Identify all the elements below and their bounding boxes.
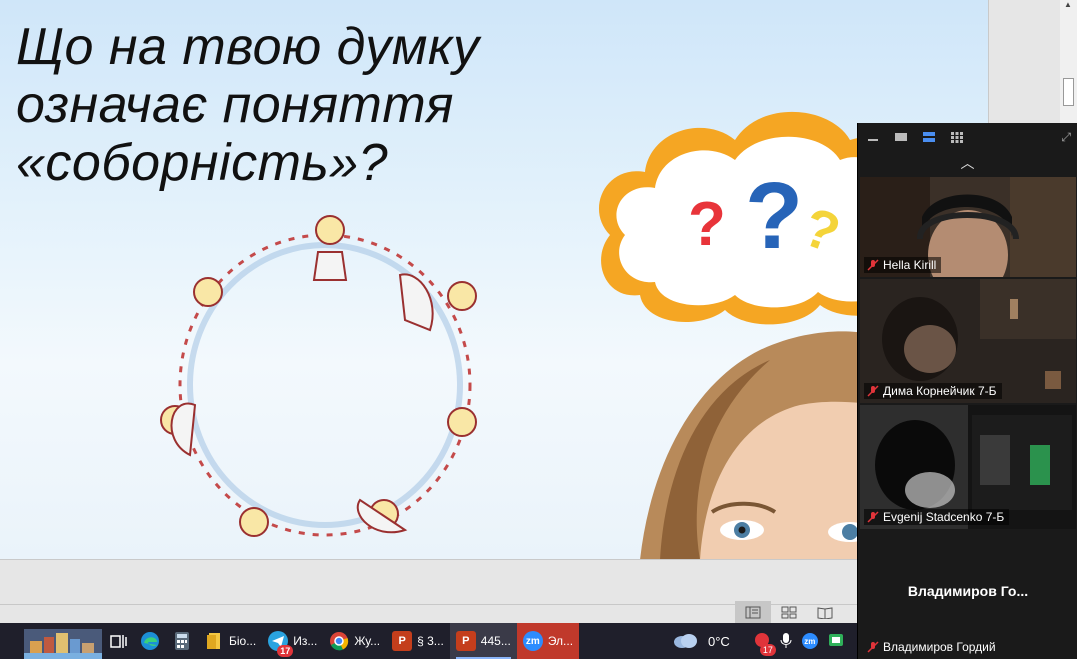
screen: ? ? ? Що на твою думку означає поняття «… [0,0,1077,659]
taskbar-app-telegram[interactable]: 17 Из... [262,623,323,659]
screen-share-icon[interactable] [828,632,844,651]
participant-tile[interactable]: Владимиров Го... Владимиров Гордий [860,531,1076,659]
zoom-toolbar: ⤢ [858,123,1077,151]
vertical-scrollbar[interactable]: ▲ [1060,0,1077,125]
taskbar-app-powerpoint-2[interactable]: P 445... [449,623,517,659]
minimize-icon[interactable] [866,131,880,143]
task-view-button[interactable] [102,623,134,659]
system-tray: 0°C 17 zm [672,623,844,659]
grid-view-icon [781,606,797,618]
taskbar-app-label: § 3... [417,634,444,648]
edge-icon [141,632,159,650]
zoom-icon: zm [522,631,543,651]
tray-app-icon[interactable]: 17 [754,632,776,656]
taskbar-app-zoom[interactable]: zm Эл... [516,623,580,659]
participant-name: Дима Корнейчик 7-Б [883,384,997,398]
weather-cloud-icon[interactable] [672,631,698,652]
participant-tile[interactable]: Дима Корнейчик 7-Б [860,279,1076,403]
muted-mic-icon [867,511,879,523]
folder-icon [204,631,224,651]
taskbar-edge[interactable] [134,623,166,659]
participant-label: Дима Корнейчик 7-Б [864,383,1002,399]
normal-view-button[interactable] [735,601,771,623]
participant-label: Владимиров Гордий [864,639,1001,655]
muted-mic-icon [867,641,879,653]
widget-thumbnail-icon [24,629,102,659]
svg-text:?: ? [745,163,803,269]
taskbar-app-label: Из... [293,634,318,648]
calculator-icon [175,632,189,650]
participant-label: Evgenij Stadcenko 7-Б [864,509,1010,525]
gallery-view-icon[interactable] [950,131,964,143]
chrome-icon [329,631,349,651]
slide-sorter-button[interactable] [771,601,807,623]
participant-name: Evgenij Stadcenko 7-Б [883,510,1005,524]
weather-temperature[interactable]: 0°C [708,634,730,649]
zoom-tray-icon[interactable]: zm [801,633,818,649]
taskbar-app-label: Біо... [229,634,257,648]
taskbar-app-label: Эл... [547,634,574,648]
slide-canvas[interactable]: ? ? ? Що на твою думку означає поняття «… [0,0,989,560]
taskbar-app-label: 445... [480,634,511,648]
notes-area [0,561,858,623]
taskbar-app-powerpoint-1[interactable]: P § 3... [386,623,450,659]
microphone-icon[interactable] [780,632,792,651]
expand-icon[interactable]: ⤢ [1061,130,1071,145]
taskbar-calculator[interactable] [166,623,198,659]
participant-label: Hella Kirill [864,257,942,273]
svg-text:?: ? [688,190,726,259]
zoom-gallery-panel: ⤢ ︿ Hella Kirill Дима Корнейчик 7-Б Evge… [857,123,1077,659]
divider [0,604,858,605]
normal-view-icon [745,606,761,618]
slide-title-line: «соборність»? [16,134,389,192]
tray-badge: 17 [759,643,776,656]
slide-title: Що на твою думку означає поняття «соборн… [16,18,576,192]
taskbar-app-chrome[interactable]: Жу... [323,623,386,659]
participant-display-name: Владимиров Го... [907,583,1029,599]
muted-mic-icon [867,385,879,397]
speaker-view-icon[interactable] [922,131,936,143]
participant-tile[interactable]: Hella Kirill [860,177,1076,277]
scrollbar-thumb[interactable] [1063,78,1074,106]
participant-name: Владимиров Гордий [883,640,996,654]
powerpoint-icon: P [392,631,413,651]
muted-mic-icon [867,259,879,271]
book-icon [817,606,833,619]
notification-badge: 17 [277,645,294,657]
slide-title-line: Що на твою думку [16,18,480,76]
task-view-icon [110,635,127,648]
hide-video-icon[interactable] [894,131,908,143]
taskbar-app-label: Жу... [354,634,381,648]
taskbar-widget[interactable] [0,623,102,659]
telegram-icon: 17 [268,631,294,657]
slide-title-line: означає поняття [16,76,454,134]
participant-name: Hella Kirill [883,258,937,272]
powerpoint-icon: P [455,631,476,651]
scroll-up-caret-icon[interactable]: ︿ [858,151,1077,175]
taskbar-app-explorer[interactable]: Біо... [198,623,262,659]
scroll-up-icon[interactable]: ▲ [1064,0,1073,9]
participant-tile[interactable]: Evgenij Stadcenko 7-Б [860,405,1076,529]
view-buttons [735,601,843,623]
reading-view-button[interactable] [807,601,843,623]
children-circle-image [160,215,477,537]
